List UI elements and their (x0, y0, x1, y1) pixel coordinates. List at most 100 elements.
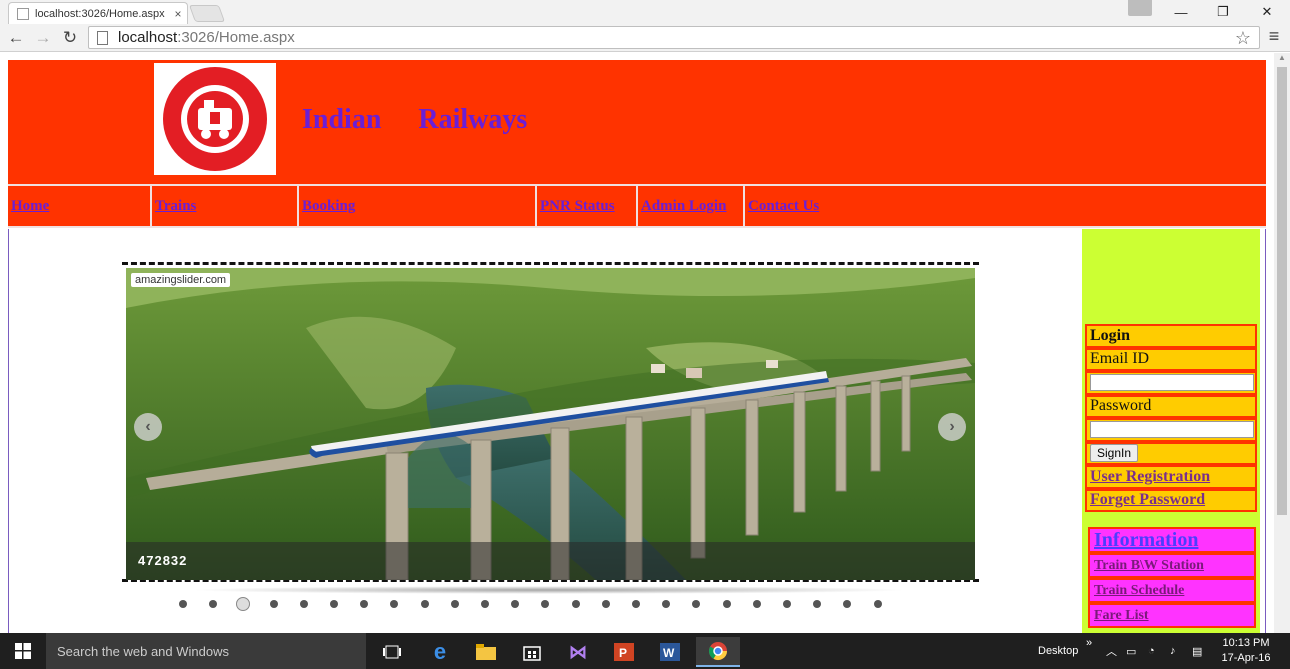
slider-bullet[interactable] (269, 600, 278, 608)
page-favicon-icon (17, 7, 29, 20)
login-panel: Login Email ID Password SignIn User Regi… (1085, 324, 1257, 512)
word-icon[interactable]: W (648, 637, 692, 667)
image-slider: amazingslider.com 472832 ‹ › (122, 262, 979, 582)
forward-button[interactable]: → (31, 26, 55, 50)
slider-bullet[interactable] (752, 600, 761, 608)
slider-bullets (179, 597, 919, 611)
file-explorer-icon[interactable] (464, 637, 508, 667)
minimize-button[interactable]: — (1160, 0, 1202, 24)
password-field[interactable] (1090, 421, 1254, 439)
slider-bullet[interactable] (571, 600, 580, 608)
slider-bullet[interactable] (692, 600, 701, 608)
reload-button[interactable]: ↻ (58, 26, 82, 50)
slider-bullet[interactable] (179, 600, 187, 608)
close-window-button[interactable]: ✕ (1246, 0, 1288, 24)
slider-bullet[interactable] (330, 600, 338, 608)
slider-bullet[interactable] (360, 600, 369, 608)
slider-bullet[interactable] (450, 600, 459, 608)
page-viewport: Indian Railways Home Trains Booking PNR … (0, 53, 1274, 633)
powerpoint-icon[interactable]: P (602, 637, 646, 667)
back-button[interactable]: ← (4, 26, 28, 50)
slider-bullet[interactable] (783, 600, 791, 608)
login-heading: Login (1085, 324, 1257, 348)
train-schedule-link[interactable]: Train Schedule (1088, 578, 1256, 603)
indian-railways-logo (154, 63, 276, 175)
slider-bullet[interactable] (813, 600, 822, 608)
show-hidden-icons[interactable]: ︿ (1106, 633, 1117, 669)
clock-date: 17-Apr-16 (1221, 652, 1271, 664)
email-row (1085, 371, 1257, 395)
information-panel: Information Train B\W Station Train Sche… (1088, 527, 1256, 628)
sidebar: Login Email ID Password SignIn User Regi… (1082, 229, 1260, 633)
volume-icon[interactable]: ♪ (1170, 633, 1176, 669)
windows-taskbar: Search the web and Windows e ⋈ P W Deskt… (0, 633, 1290, 669)
new-tab-button[interactable] (188, 5, 226, 22)
taskbar-search-input[interactable]: Search the web and Windows (46, 633, 366, 669)
start-button[interactable] (0, 633, 46, 669)
slider-next-arrow-icon[interactable]: › (938, 413, 966, 441)
slider-watermark[interactable]: amazingslider.com (131, 273, 231, 287)
battery-icon[interactable]: ▭ (1126, 633, 1136, 669)
train-between-station-link[interactable]: Train B\W Station (1088, 553, 1256, 578)
slider-bullet[interactable] (420, 600, 429, 608)
browser-tab[interactable]: localhost:3026/Home.aspx × (8, 2, 188, 24)
train-bridge-photo (126, 268, 975, 580)
slider-bullet[interactable] (662, 600, 671, 608)
bookmark-star-icon[interactable]: ☆ (1235, 28, 1251, 49)
slider-bullet[interactable] (209, 600, 218, 608)
nav-home-link[interactable]: Home (8, 186, 152, 226)
slider-bullet[interactable] (601, 600, 610, 608)
slider-caption-bar: 472832 (126, 542, 975, 580)
edge-browser-icon[interactable]: e (418, 637, 462, 667)
task-view-icon[interactable] (370, 637, 414, 667)
slider-bullet[interactable] (236, 597, 251, 611)
nav-trains-link[interactable]: Trains (152, 186, 299, 226)
slider-bullet[interactable] (632, 600, 640, 608)
page-scrollbar[interactable]: ▲ (1274, 53, 1290, 633)
main-navigation: Home Trains Booking PNR Status Admin Log… (8, 184, 1266, 228)
email-field[interactable] (1090, 374, 1254, 392)
site-header: Indian Railways (8, 60, 1266, 184)
slider-bullet[interactable] (481, 600, 489, 608)
wifi-icon[interactable]: ◔ (1148, 633, 1155, 669)
scrollbar-thumb[interactable] (1277, 67, 1287, 515)
nav-admin-login-link[interactable]: Admin Login (638, 186, 745, 226)
nav-pnr-status-link[interactable]: PNR Status (537, 186, 638, 226)
store-icon[interactable] (510, 637, 554, 667)
slider-prev-arrow-icon[interactable]: ‹ (134, 413, 162, 441)
slider-bullet[interactable] (722, 600, 731, 608)
restore-button[interactable]: ❐ (1202, 0, 1244, 24)
desktop-toolbar-label[interactable]: Desktop (1038, 633, 1078, 669)
chrome-icon[interactable] (696, 637, 740, 667)
user-registration-link[interactable]: User Registration (1085, 465, 1257, 489)
slider-bullet[interactable] (511, 600, 520, 608)
page-icon (97, 30, 108, 45)
slider-bullet[interactable] (390, 600, 399, 608)
profile-icon[interactable] (1128, 0, 1152, 16)
browser-tab-strip: localhost:3026/Home.aspx × — ❐ ✕ (0, 0, 1290, 24)
toolbar-expand-icon[interactable]: » (1086, 625, 1092, 661)
forget-password-link[interactable]: Forget Password (1085, 488, 1257, 512)
visual-studio-icon[interactable]: ⋈ (556, 637, 600, 667)
nav-contact-us-link[interactable]: Contact Us (745, 186, 845, 226)
slider-bullet[interactable] (843, 600, 852, 608)
slider-bullet[interactable] (541, 600, 550, 608)
email-label: Email ID (1085, 347, 1257, 371)
fare-list-link[interactable]: Fare List (1088, 603, 1256, 628)
scroll-up-icon[interactable]: ▲ (1274, 53, 1290, 65)
slider-image[interactable]: amazingslider.com 472832 ‹ › (126, 268, 975, 580)
railways-logo-icon (163, 67, 267, 171)
nav-booking-link[interactable]: Booking (299, 186, 537, 226)
taskbar-clock[interactable]: 10:13 PM 17-Apr-16 (1216, 636, 1276, 666)
slider-bullet[interactable] (299, 600, 308, 608)
address-bar[interactable]: localhost:3026/Home.aspx ☆ (88, 26, 1260, 49)
notifications-icon[interactable]: ▤ (1192, 633, 1202, 669)
signin-button[interactable]: SignIn (1090, 444, 1139, 463)
main-content: amazingslider.com 472832 ‹ › Login Email… (8, 229, 1266, 633)
browser-toolbar: ← → ↻ localhost:3026/Home.aspx ☆ (0, 24, 1290, 52)
windows-logo-icon (15, 643, 31, 659)
slider-bullet[interactable] (873, 600, 882, 608)
signin-row: SignIn (1085, 441, 1257, 465)
browser-menu-icon[interactable]: ≡ (1264, 26, 1284, 47)
tab-close-icon[interactable]: × (169, 7, 187, 21)
